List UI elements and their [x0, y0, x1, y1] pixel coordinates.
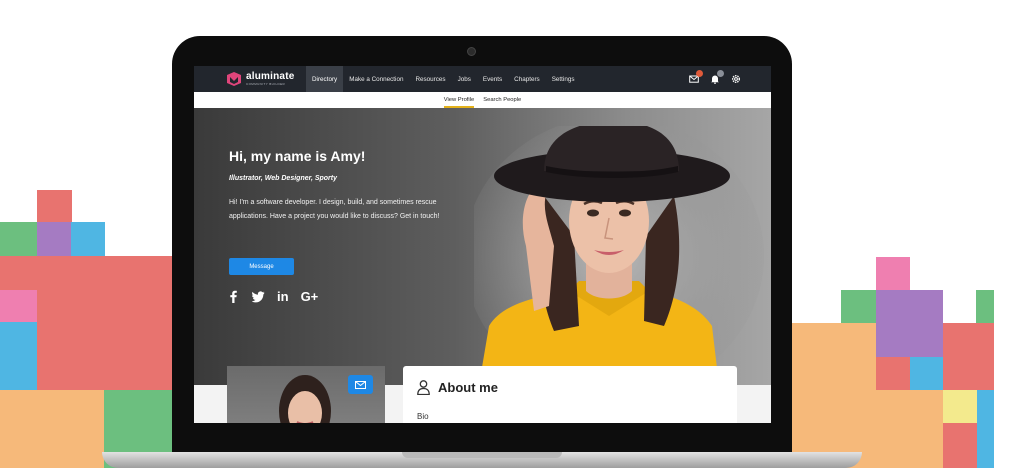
google-plus-icon[interactable]: G+	[301, 290, 319, 303]
deco-block	[976, 290, 994, 323]
logo-tagline: COMMUNITY BUILDER	[246, 82, 286, 86]
deco-block	[0, 290, 38, 323]
mail-badge	[696, 70, 703, 77]
tab-view-profile[interactable]: View Profile	[443, 92, 474, 108]
bio-label: Bio	[417, 412, 429, 421]
deco-block	[943, 423, 977, 468]
laptop-screen: aluminate COMMUNITY BUILDER Directory Ma…	[194, 66, 771, 423]
nav-item-chapters[interactable]: Chapters	[508, 66, 546, 92]
linkedin-icon[interactable]: in	[277, 290, 289, 303]
hero-bio: Hi! I'm a software developer. I design, …	[229, 199, 440, 220]
gear-icon[interactable]	[731, 74, 741, 84]
nav-links: Directory Make a Connection Resources Jo…	[306, 66, 580, 92]
nav-item-settings[interactable]: Settings	[546, 66, 581, 92]
webcam	[467, 47, 476, 56]
about-me-title: About me	[438, 380, 498, 395]
nav-item-directory[interactable]: Directory	[306, 66, 344, 92]
logo-name: aluminate	[246, 71, 295, 82]
deco-block	[876, 290, 943, 357]
message-button[interactable]: Message	[229, 258, 294, 275]
hero-subtitle: Illustrator, Web Designer, Sporty	[229, 175, 338, 182]
top-navigation: aluminate COMMUNITY BUILDER Directory Ma…	[194, 66, 771, 92]
about-me-card: About me Bio	[403, 366, 737, 423]
deco-block	[37, 222, 72, 256]
laptop-notch	[402, 452, 562, 458]
nav-item-events[interactable]: Events	[477, 66, 508, 92]
deco-block	[37, 290, 172, 323]
social-links: in G+	[227, 290, 318, 303]
deco-block	[0, 390, 105, 468]
deco-block	[37, 322, 172, 390]
deco-block	[943, 390, 977, 423]
facebook-icon[interactable]	[227, 290, 240, 303]
deco-block	[0, 256, 172, 291]
deco-block	[71, 222, 105, 256]
user-icon	[417, 380, 430, 395]
send-message-button[interactable]	[348, 375, 373, 394]
deco-block	[792, 323, 876, 468]
nav-item-resources[interactable]: Resources	[409, 66, 451, 92]
deco-block	[841, 290, 876, 323]
deco-block	[910, 357, 943, 390]
nav-item-make-a-connection[interactable]: Make a Connection	[343, 66, 409, 92]
logo[interactable]: aluminate COMMUNITY BUILDER	[226, 72, 306, 86]
deco-block	[977, 390, 994, 468]
nav-item-jobs[interactable]: Jobs	[452, 66, 477, 92]
profile-hero: Hi, my name is Amy! Illustrator, Web Des…	[194, 108, 771, 385]
deco-block	[0, 222, 38, 256]
deco-block	[876, 357, 910, 390]
mail-icon[interactable]	[689, 70, 703, 84]
sub-navigation: View Profile Search People	[194, 92, 771, 108]
nav-icon-group	[689, 66, 741, 92]
tab-search-people[interactable]: Search People	[483, 92, 521, 108]
twitter-icon[interactable]	[252, 290, 265, 303]
logo-mark-icon	[227, 72, 241, 86]
envelope-icon	[355, 380, 366, 389]
profile-photo	[474, 126, 764, 385]
bell-badge	[717, 70, 724, 77]
bell-icon[interactable]	[710, 70, 724, 84]
deco-block	[37, 190, 72, 223]
deco-block	[876, 390, 943, 468]
deco-block	[876, 257, 910, 290]
deco-block	[943, 323, 994, 390]
hero-title: Hi, my name is Amy!	[229, 148, 366, 164]
deco-block	[0, 322, 38, 390]
